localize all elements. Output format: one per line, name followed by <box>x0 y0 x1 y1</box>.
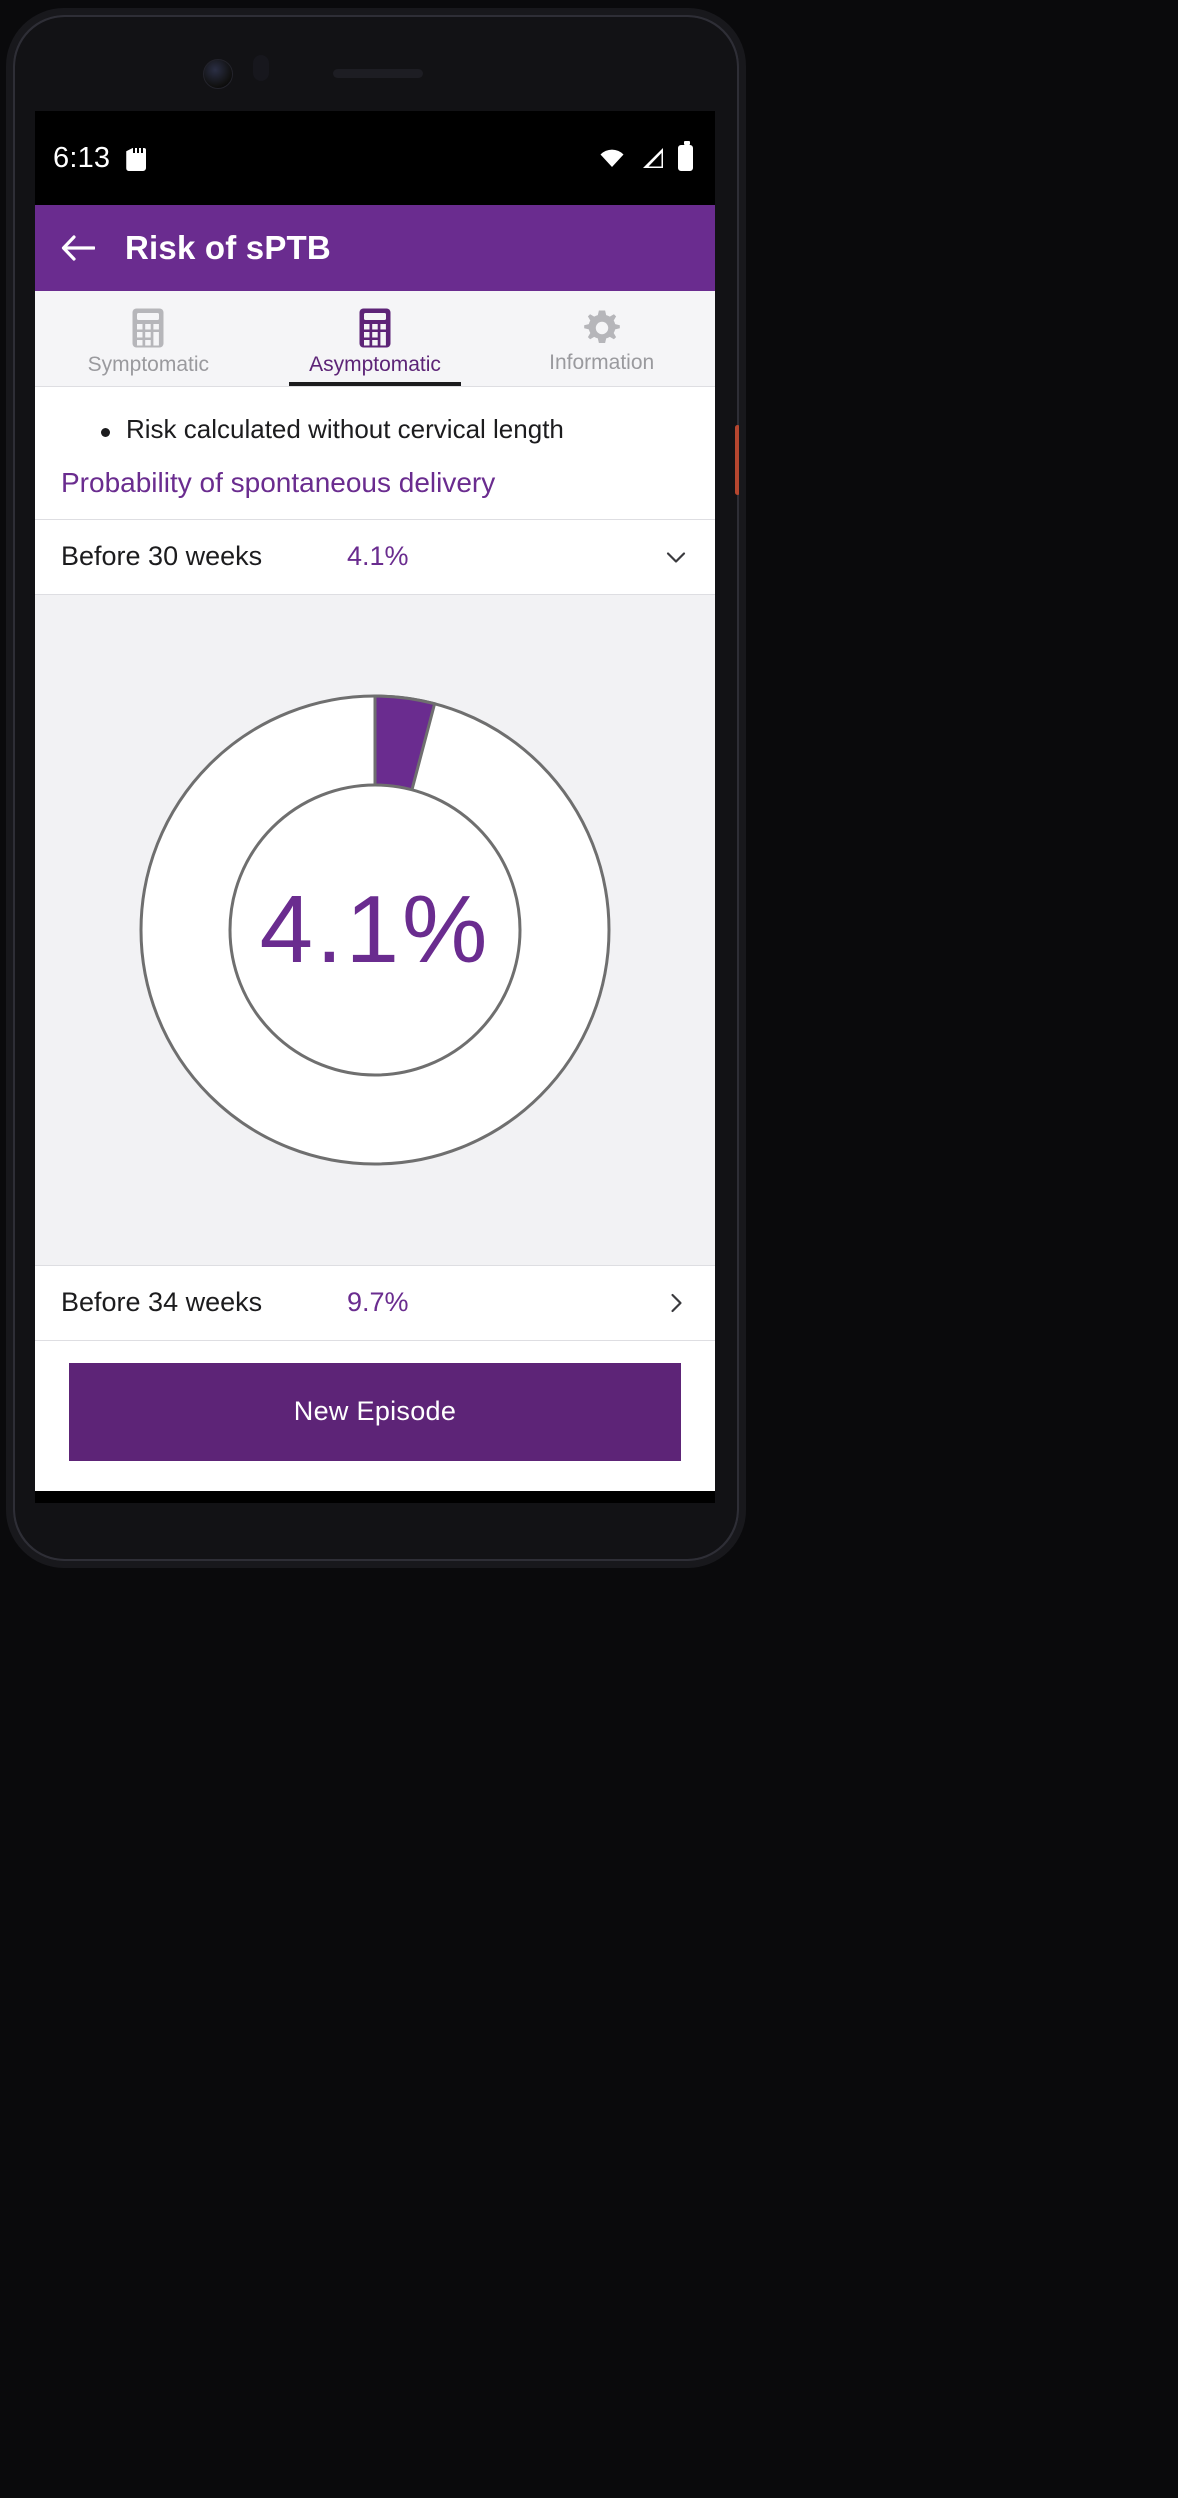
back-arrow-icon[interactable] <box>61 234 96 262</box>
battery-icon <box>678 141 693 171</box>
cellular-signal-icon <box>639 147 665 169</box>
note-row: Risk calculated without cervical length <box>35 387 715 455</box>
new-episode-button[interactable]: New Episode <box>69 1362 681 1461</box>
tab-bar: Symptomatic Asymptomatic Information <box>35 291 715 387</box>
risk-row-value: 4.1% <box>347 541 409 572</box>
donut-chart: 4.1% <box>132 687 618 1173</box>
risk-row-before-30-weeks[interactable]: Before 30 weeks 4.1% <box>35 518 715 595</box>
tab-symptomatic[interactable]: Symptomatic <box>35 291 262 386</box>
sd-card-icon <box>126 145 147 171</box>
phone-body: 6:13 Risk of sPTB Symptomatic Asymptomat… <box>6 8 746 1568</box>
donut-chart-panel: 4.1% <box>35 594 715 1265</box>
status-bar-left: 6:13 <box>53 141 147 175</box>
status-bar: 6:13 <box>35 111 715 205</box>
footer: New Episode <box>35 1340 715 1491</box>
risk-row-value: 9.7% <box>347 1287 409 1318</box>
android-navigation-bar <box>35 1490 715 1503</box>
tab-label-symptomatic: Symptomatic <box>87 352 210 376</box>
section-heading: Probability of spontaneous delivery <box>61 466 496 498</box>
chevron-right-icon[interactable] <box>663 1290 689 1316</box>
main-content: Risk calculated without cervical length … <box>35 387 715 1491</box>
calculator-icon <box>358 307 392 349</box>
phone-screen: 6:13 Risk of sPTB Symptomatic Asymptomat… <box>35 111 715 1503</box>
status-time: 6:13 <box>53 141 111 174</box>
app-bar: Risk of sPTB <box>35 205 715 291</box>
risk-row-label: Before 30 weeks <box>61 541 263 572</box>
tab-asymptomatic[interactable]: Asymptomatic <box>262 291 489 386</box>
front-camera-icon <box>203 59 233 89</box>
device-frame: 6:13 Risk of sPTB Symptomatic Asymptomat… <box>0 0 1178 2498</box>
risk-row-label: Before 34 weeks <box>61 1287 263 1318</box>
note-text: Risk calculated without cervical length <box>126 414 564 444</box>
proximity-sensor-icon <box>253 55 269 81</box>
wifi-icon <box>598 147 626 169</box>
earpiece-speaker <box>333 69 423 78</box>
page-title: Risk of sPTB <box>125 229 331 266</box>
status-bar-right <box>598 141 693 171</box>
tab-label-asymptomatic: Asymptomatic <box>309 352 441 376</box>
calculator-icon <box>131 307 165 349</box>
donut-center-value: 4.1% <box>259 875 491 983</box>
risk-row-before-34-weeks[interactable]: Before 34 weeks 9.7% <box>35 1264 715 1341</box>
tab-information[interactable]: Information <box>488 291 715 386</box>
bullet-icon <box>101 428 110 437</box>
tab-label-information: Information <box>549 350 655 374</box>
gear-icon <box>583 309 621 347</box>
side-button[interactable] <box>735 425 739 495</box>
chevron-down-icon[interactable] <box>663 544 689 570</box>
